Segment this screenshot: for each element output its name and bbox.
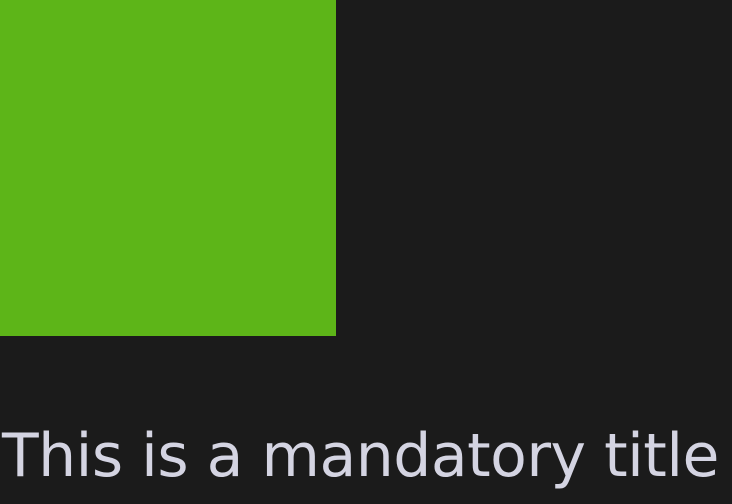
page-canvas: This is a mandatory title [0,0,732,504]
page-title: This is a mandatory title [2,421,719,491]
green-color-block [0,0,336,336]
